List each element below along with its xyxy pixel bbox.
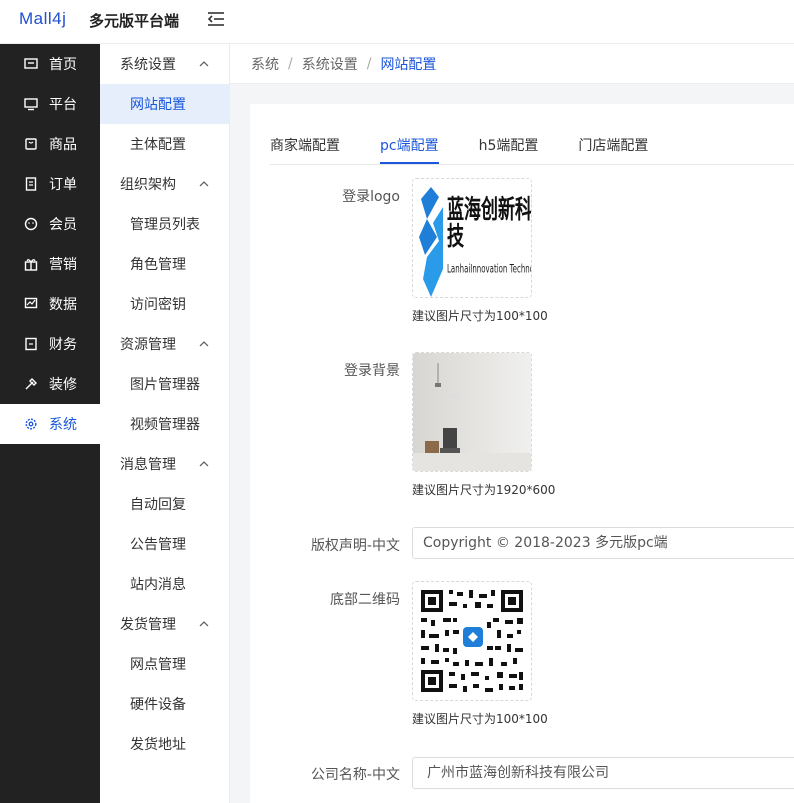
submenu-group-organization[interactable]: 组织架构 (100, 164, 229, 204)
nav-label: 平台 (49, 97, 77, 113)
decorate-icon (23, 377, 38, 392)
submenu-group-label: 发货管理 (120, 617, 176, 633)
copyright-label: 版权声明-中文 (310, 538, 400, 554)
submenu-group-label: 组织架构 (120, 177, 176, 193)
collapse-menu-icon[interactable] (207, 11, 225, 27)
qrcode-image (413, 582, 531, 700)
login-logo-hint: 建议图片尺寸为100*100 (412, 309, 548, 323)
chevron-up-icon (199, 181, 209, 187)
submenu-group-label: 消息管理 (120, 457, 176, 473)
order-icon (23, 177, 38, 192)
nav-item-orders[interactable]: 订单 (0, 164, 100, 204)
member-icon (23, 217, 38, 232)
nav-item-system[interactable]: 系统 (0, 404, 100, 444)
finance-icon (23, 337, 38, 352)
goods-icon (23, 137, 38, 152)
top-header: Mall4j 多元版平台端 (0, 0, 794, 44)
submenu-item-video-manager[interactable]: 视频管理器 (100, 404, 229, 444)
submenu-item-site-config[interactable]: 网站配置 (100, 84, 229, 124)
chevron-up-icon (199, 341, 209, 347)
submenu-item-outlets[interactable]: 网点管理 (100, 644, 229, 684)
submenu-item-access-keys[interactable]: 访问密钥 (100, 284, 229, 324)
submenu-item-ship-address[interactable]: 发货地址 (100, 724, 229, 764)
main-content: 系统 / 系统设置 / 网站配置 商家端配置 pc端配置 h5端配置 门店端配置… (230, 44, 794, 803)
qrcode-upload[interactable] (412, 581, 532, 701)
chart-icon (23, 297, 38, 312)
breadcrumb-separator: / (366, 55, 372, 72)
nav-label: 营销 (49, 257, 77, 273)
breadcrumb-item[interactable]: 系统设置 (302, 54, 358, 74)
brand-logo[interactable]: Mall4j (19, 9, 66, 29)
nav-item-marketing[interactable]: 营销 (0, 244, 100, 284)
tab-pc-config[interactable]: pc端配置 (380, 135, 439, 164)
nav-item-platform[interactable]: 平台 (0, 84, 100, 124)
nav-label: 装修 (49, 377, 77, 393)
nav-label: 商品 (49, 137, 77, 153)
config-tabs: 商家端配置 pc端配置 h5端配置 门店端配置 (270, 135, 794, 165)
submenu-group-shipping[interactable]: 发货管理 (100, 604, 229, 644)
nav-label: 财务 (49, 337, 77, 353)
secondary-nav: 系统设置 网站配置 主体配置 组织架构 管理员列表 角色管理 访问密钥 资源管理… (100, 44, 230, 803)
submenu-item-hardware[interactable]: 硬件设备 (100, 684, 229, 724)
submenu-item-auto-reply[interactable]: 自动回复 (100, 484, 229, 524)
tab-store-config[interactable]: 门店端配置 (578, 135, 648, 164)
submenu-group-messages[interactable]: 消息管理 (100, 444, 229, 484)
breadcrumb-current: 网站配置 (380, 56, 437, 73)
chevron-up-icon (199, 461, 209, 467)
nav-label: 订单 (49, 177, 77, 193)
breadcrumb: 系统 / 系统设置 / 网站配置 (230, 44, 794, 84)
gear-icon (23, 417, 38, 432)
submenu-item-admin-list[interactable]: 管理员列表 (100, 204, 229, 244)
logo-image-text: 蓝海创新科技 (447, 195, 532, 253)
nav-item-decoration[interactable]: 装修 (0, 364, 100, 404)
app-title: 多元版平台端 (89, 12, 180, 30)
nav-item-finance[interactable]: 财务 (0, 324, 100, 364)
breadcrumb-separator: / (288, 55, 293, 72)
login-bg-hint: 建议图片尺寸为1920*600 (412, 483, 556, 497)
submenu-item-role-management[interactable]: 角色管理 (100, 244, 229, 284)
submenu-item-entity-config[interactable]: 主体配置 (100, 124, 229, 164)
chevron-up-icon (199, 61, 209, 67)
breadcrumb-item[interactable]: 系统 (251, 54, 279, 74)
company-name-input[interactable]: 广州市蓝海创新科技有限公司 (412, 757, 794, 789)
nav-label: 数据 (49, 297, 77, 313)
nav-item-home[interactable]: 首页 (0, 44, 100, 84)
submenu-group-system-settings[interactable]: 系统设置 (100, 44, 229, 84)
submenu-group-label: 资源管理 (120, 337, 176, 353)
tab-merchant-config[interactable]: 商家端配置 (270, 135, 340, 164)
login-bg-upload[interactable] (412, 352, 532, 472)
nav-label: 系统 (49, 417, 77, 433)
login-bg-label: 登录背景 (344, 363, 400, 379)
qrcode-label: 底部二维码 (330, 592, 400, 608)
qrcode-hint: 建议图片尺寸为100*100 (412, 712, 548, 726)
company-name-label: 公司名称-中文 (310, 767, 400, 783)
copyright-input[interactable]: Copyright © 2018-2023 多元版pc端 (412, 527, 794, 559)
login-logo-label: 登录logo (342, 189, 400, 205)
login-logo-upload[interactable]: 蓝海创新科技 LanhaiInnovation Technology (412, 178, 532, 298)
background-image (413, 353, 531, 471)
submenu-item-image-manager[interactable]: 图片管理器 (100, 364, 229, 404)
primary-nav: 首页 平台 商品 订单 会员 营销 数据 财务 装修 系统 (0, 44, 100, 803)
nav-item-data[interactable]: 数据 (0, 284, 100, 324)
tab-h5-config[interactable]: h5端配置 (479, 135, 539, 164)
logo-image-subtext: LanhaiInnovation Technology (447, 263, 531, 276)
submenu-group-resources[interactable]: 资源管理 (100, 324, 229, 364)
submenu-item-announcements[interactable]: 公告管理 (100, 524, 229, 564)
nav-item-members[interactable]: 会员 (0, 204, 100, 244)
config-card: 商家端配置 pc端配置 h5端配置 门店端配置 登录logo 蓝海创新科技 La… (250, 104, 794, 803)
nav-item-goods[interactable]: 商品 (0, 124, 100, 164)
home-icon (23, 57, 38, 72)
monitor-icon (23, 97, 38, 112)
nav-label: 会员 (49, 217, 77, 233)
submenu-item-site-messages[interactable]: 站内消息 (100, 564, 229, 604)
gift-icon (23, 257, 38, 272)
submenu-group-label: 系统设置 (120, 57, 176, 73)
nav-label: 首页 (49, 57, 77, 73)
chevron-up-icon (199, 621, 209, 627)
